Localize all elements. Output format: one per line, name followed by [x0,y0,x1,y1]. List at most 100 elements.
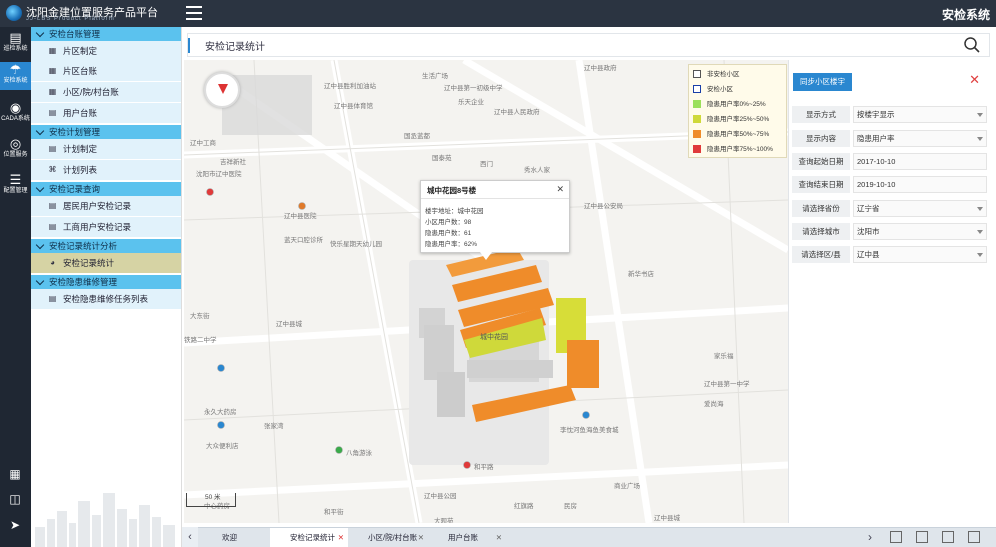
system-title: 安检系统 [941,8,990,22]
map-label: 和平路 [474,464,494,471]
arrow-right-circle-icon[interactable]: ➤ [8,518,22,532]
chevron-right-icon[interactable]: › [868,530,872,544]
map-label: 大东街 [190,313,210,320]
building-complex-label: 城中花园 [480,334,508,341]
close-icon[interactable]: ✕ [969,72,980,88]
display-mode-select[interactable]: 按楼宇显示 [853,106,987,123]
tab-welcome[interactable]: 欢迎✕ [202,528,280,547]
sidebar-group-repair[interactable]: 安检隐患维修管理 [31,275,181,289]
sidebar-item-label: 计划制定 [63,144,98,154]
hamburger-menu-icon[interactable] [186,6,202,20]
popup-address: 楼宇地址：城中花园 [425,208,484,215]
add-window-icon[interactable]: ◫ [8,492,22,506]
chevron-down-icon [977,113,983,117]
search-icon[interactable] [963,36,981,54]
legend-item: 隐患用户率75%~100% [693,144,786,159]
sidebar-item-area-define[interactable]: ▦ 片区制定 [31,41,181,61]
select-value: 隐患用户率 [857,134,895,143]
start-date-input[interactable]: 2017-10-10 [853,153,987,170]
app-subtitle: JJ-LBS Product Platform [26,16,115,22]
sidebar-item-repair-tasks[interactable]: ▤ 安检隐患维修任务列表 [31,289,181,309]
sidebar-item-resident-records[interactable]: ▤ 居民用户安检记录 [31,196,181,216]
compass-control[interactable] [204,72,240,108]
chevron-down-icon [977,253,983,257]
select-value: 按楼宇显示 [857,110,895,119]
select-value: 沈阳市 [857,227,880,236]
rail-item-inspection[interactable]: ▤ 巡检系统 [0,30,31,58]
province-select[interactable]: 辽宁省 [853,200,987,217]
map-label: 红旗路 [514,503,534,510]
map-label: 李忱河鱼海鱼美食城 [560,427,619,434]
map-label: 辽中县政府 [584,65,617,72]
search-input[interactable] [205,38,905,53]
map-label: 秀水人家 [524,167,550,174]
map-label: 家乐福 [714,353,734,360]
city-skyline-illustration [35,493,175,547]
app-rail: ▤ 巡检系统 ☂ 安检系统 ◉ CADA系统 ◎ 位置服务 ☰ 配置管理 ▦ ◫… [0,0,31,547]
chevron-left-icon[interactable]: ‹ [182,527,198,547]
sidebar-item-user-ledger[interactable]: ▤ 用户台账 [31,103,181,123]
close-icon[interactable]: ✕ [496,528,502,547]
layout-single-icon[interactable] [968,531,980,543]
layout-rows-icon[interactable] [916,531,928,543]
search-bar [187,33,990,57]
district-select[interactable]: 辽中县 [853,246,987,263]
apps-grid-icon[interactable]: ▦ [8,467,22,481]
map-label: 新华书店 [628,271,654,278]
tab-community-ledger[interactable]: 小区/院/村台账 ✕ [348,528,428,547]
sidebar-group-record-query[interactable]: 安检记录查询 [31,182,181,196]
select-value: 辽中县 [857,250,880,259]
tab-user-ledger[interactable]: 用户台账 ✕ [428,528,506,547]
map-label: 国泰苑 [432,155,452,162]
rail-item-cada[interactable]: ◉ CADA系统 [0,100,31,128]
map-label: 辽中县第一中学 [704,381,750,388]
sidebar-item-record-statistics[interactable]: ◕ 安检记录统计 [31,253,181,273]
sidebar-group-ledger[interactable]: 安检台账管理 [31,27,181,41]
end-date-input[interactable]: 2019-10-10 [853,176,987,193]
map-label: 大众便利店 [206,443,239,450]
input-value: 2019-10-10 [857,180,896,189]
layout-columns-icon[interactable] [942,531,954,543]
map-label: 沈阳市辽中医院 [196,171,242,178]
input-value: 2017-10-10 [857,157,896,166]
display-content-label: 显示内容 [792,130,850,147]
popup-hazard-users: 隐患用户数：61 [425,230,472,237]
map-label: 西门 [480,161,493,168]
sidebar-item-plan-list[interactable]: ⌘ 计划列表 [31,160,181,180]
rail-item-config[interactable]: ☰ 配置管理 [0,172,31,200]
rail-item-security-check[interactable]: ☂ 安检系统 [0,62,31,90]
layout-grid-icon[interactable] [890,531,902,543]
sidebar-item-plan-define[interactable]: ▤ 计划制定 [31,139,181,159]
tab-record-statistics[interactable]: 安检记录统计 ✕ [270,528,348,547]
map-label: 永久大药房 [204,409,237,416]
legend-item: 隐患用户率0%~25% [693,99,786,114]
map-label: 生活广场 [422,73,448,80]
chevron-down-icon [977,207,983,211]
sidebar-item-area-ledger[interactable]: ▦ 片区台账 [31,61,181,81]
display-mode-label: 显示方式 [792,106,850,123]
map-label: 商业广场 [614,483,640,490]
end-date-label: 查询结束日期 [792,176,850,193]
sidebar-group-plan[interactable]: 安检计划管理 [31,125,181,139]
legend-swatch [693,70,701,78]
district-label: 请选择区/县 [792,246,850,263]
document-icon: ▤ [48,108,57,117]
clipboard-icon: ▤ [9,30,22,45]
start-date-label: 查询起始日期 [792,153,850,170]
display-content-select[interactable]: 隐患用户率 [853,130,987,147]
sidebar-item-label: 居民用户安检记录 [63,201,132,211]
sync-buildings-button[interactable]: 同步小区楼宇 [793,73,852,91]
close-icon[interactable]: ✕ [556,184,564,195]
rail-item-location[interactable]: ◎ 位置服务 [0,136,31,164]
select-value: 辽宁省 [857,204,880,213]
close-icon[interactable]: ✕ [338,528,344,547]
map-label: 民房 [564,503,577,510]
close-icon[interactable]: ✕ [418,528,424,547]
search-accent [188,38,190,53]
sidebar-item-community-ledger[interactable]: ▦ 小区/院/村台账 [31,82,181,102]
sidebar-item-business-records[interactable]: ▤ 工商用户安检记录 [31,217,181,237]
sidebar-group-statistics[interactable]: 安检记录统计分析 [31,239,181,253]
legend-label: 隐患用户率25%~50% [707,116,770,123]
sidebar-item-label: 计划列表 [63,165,98,175]
city-select[interactable]: 沈阳市 [853,223,987,240]
